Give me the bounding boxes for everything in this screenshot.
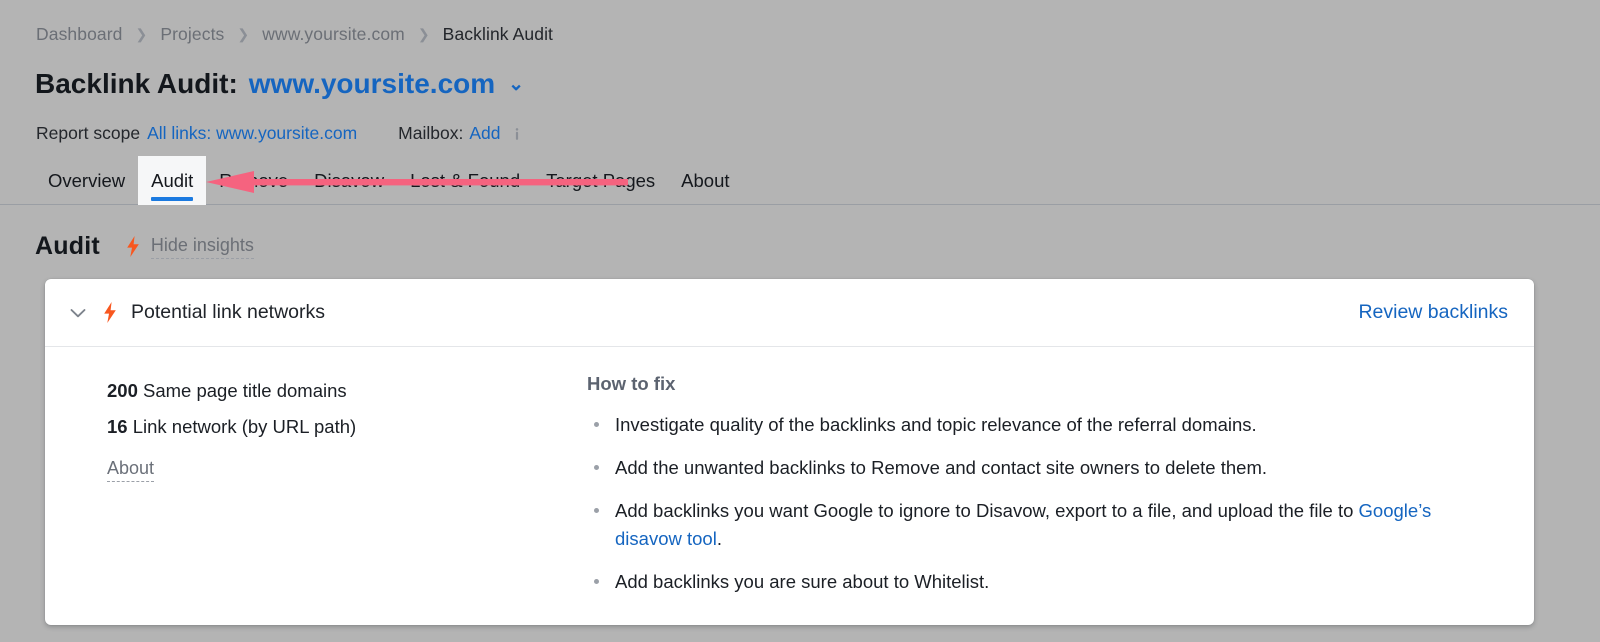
stat-value: 16 xyxy=(107,416,128,437)
tab-disavow[interactable]: Disavow xyxy=(301,156,397,205)
page-title-prefix: Backlink Audit: xyxy=(35,68,238,100)
hide-insights-toggle[interactable]: Hide insights xyxy=(151,235,254,259)
fix-text-post: . xyxy=(717,528,722,549)
breadcrumb-item-projects[interactable]: Projects xyxy=(160,24,224,45)
stat-label: Same page title domains xyxy=(143,380,347,401)
report-scope-label: Report scope xyxy=(36,123,140,144)
breadcrumb-separator-icon: ❯ xyxy=(136,27,148,41)
tab-label: Audit xyxy=(151,170,193,191)
fix-text: Investigate quality of the backlinks and… xyxy=(615,414,1257,435)
lightning-bolt-icon xyxy=(126,236,140,257)
page-title-domain-link[interactable]: www.yoursite.com xyxy=(249,68,495,100)
breadcrumb-item-dashboard[interactable]: Dashboard xyxy=(36,24,123,45)
tab-label: Disavow xyxy=(314,170,384,191)
tab-label: Overview xyxy=(48,170,125,191)
mailbox-label: Mailbox: xyxy=(398,123,463,144)
tab-overview[interactable]: Overview xyxy=(35,156,138,205)
report-scope-row: Report scope All links: www.yoursite.com… xyxy=(36,123,524,144)
list-item: Add the unwanted backlinks to Remove and… xyxy=(587,454,1477,482)
breadcrumb-item-backlink-audit: Backlink Audit xyxy=(443,24,553,45)
tab-label: Target Pages xyxy=(546,170,655,191)
tab-audit[interactable]: Audit xyxy=(138,156,206,205)
stat-row: 16 Link network (by URL path) xyxy=(107,409,587,445)
chevron-down-icon[interactable]: ⌄ xyxy=(508,73,524,96)
tab-target-pages[interactable]: Target Pages xyxy=(533,156,668,205)
chevron-down-icon[interactable] xyxy=(67,302,89,324)
how-to-fix-list: Investigate quality of the backlinks and… xyxy=(587,411,1508,597)
breadcrumb-item-site[interactable]: www.yoursite.com xyxy=(262,24,405,45)
review-backlinks-link[interactable]: Review backlinks xyxy=(1358,301,1508,324)
insight-card-title: Potential link networks xyxy=(131,301,325,324)
breadcrumb-separator-icon: ❯ xyxy=(418,27,430,41)
insight-card: Potential link networks Review backlinks… xyxy=(45,279,1534,625)
tab-remove[interactable]: Remove xyxy=(206,156,301,205)
breadcrumb-separator-icon: ❯ xyxy=(237,27,249,41)
stat-row: 200 Same page title domains xyxy=(107,373,587,409)
page-title: Backlink Audit: www.yoursite.com ⌄ xyxy=(35,68,524,100)
section-title: Audit xyxy=(35,232,100,261)
insight-card-body: 200 Same page title domains 16 Link netw… xyxy=(45,347,1534,612)
how-to-fix-title: How to fix xyxy=(587,373,1508,395)
tab-bar: Overview Audit Remove Disavow Lost & Fou… xyxy=(0,156,1600,205)
tab-label: About xyxy=(681,170,729,191)
fix-text-pre: Add backlinks you want Google to ignore … xyxy=(615,500,1359,521)
stat-label: Link network (by URL path) xyxy=(133,416,356,437)
about-tooltip-link[interactable]: About xyxy=(107,458,154,482)
stat-value: 200 xyxy=(107,380,138,401)
breadcrumb: Dashboard ❯ Projects ❯ www.yoursite.com … xyxy=(36,24,553,45)
fix-text: Add the unwanted backlinks to Remove and… xyxy=(615,457,1267,478)
tab-label: Remove xyxy=(219,170,288,191)
list-item: Add backlinks you are sure about to Whit… xyxy=(587,568,1477,596)
section-header: Audit Hide insights xyxy=(35,232,254,261)
list-item: Add backlinks you want Google to ignore … xyxy=(587,497,1477,553)
lightning-bolt-icon xyxy=(103,302,117,323)
mailbox-add-link[interactable]: Add xyxy=(469,123,500,144)
tab-about[interactable]: About xyxy=(668,156,742,205)
fix-text: Add backlinks you are sure about to Whit… xyxy=(615,571,989,592)
tab-lost-and-found[interactable]: Lost & Found xyxy=(397,156,533,205)
list-item: Investigate quality of the backlinks and… xyxy=(587,411,1477,439)
how-to-fix-column: How to fix Investigate quality of the ba… xyxy=(587,369,1508,612)
insight-stats-column: 200 Same page title domains 16 Link netw… xyxy=(67,369,587,612)
tab-bar-divider xyxy=(0,204,1600,205)
info-icon[interactable] xyxy=(510,127,524,141)
insight-card-header: Potential link networks Review backlinks xyxy=(45,279,1534,347)
report-scope-link[interactable]: All links: www.yoursite.com xyxy=(147,123,357,144)
tab-label: Lost & Found xyxy=(410,170,520,191)
